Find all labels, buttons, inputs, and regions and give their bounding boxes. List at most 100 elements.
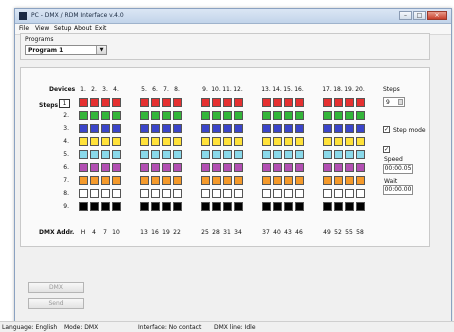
color-cell[interactable] (90, 150, 99, 159)
color-cell[interactable] (295, 137, 304, 146)
color-cell[interactable] (284, 137, 293, 146)
color-cell[interactable] (173, 111, 182, 120)
color-cell[interactable] (162, 176, 171, 185)
color-cell[interactable] (201, 124, 210, 133)
menu-file[interactable]: File (19, 25, 29, 32)
color-cell[interactable] (151, 176, 160, 185)
color-cell[interactable] (323, 111, 332, 120)
color-cell[interactable] (112, 137, 121, 146)
color-cell[interactable] (323, 137, 332, 146)
color-cell[interactable] (162, 189, 171, 198)
color-cell[interactable] (356, 150, 365, 159)
color-cell[interactable] (273, 176, 282, 185)
color-cell[interactable] (273, 98, 282, 107)
color-cell[interactable] (112, 98, 121, 107)
color-cell[interactable] (262, 111, 271, 120)
color-cell[interactable] (295, 150, 304, 159)
color-cell[interactable] (223, 111, 232, 120)
steps-spinner[interactable]: 9 (383, 97, 405, 107)
color-cell[interactable] (356, 111, 365, 120)
color-cell[interactable] (79, 98, 88, 107)
color-cell[interactable] (90, 189, 99, 198)
color-cell[interactable] (323, 150, 332, 159)
color-cell[interactable] (90, 137, 99, 146)
color-cell[interactable] (79, 176, 88, 185)
color-cell[interactable] (101, 124, 110, 133)
color-cell[interactable] (223, 189, 232, 198)
color-cell[interactable] (112, 163, 121, 172)
color-cell[interactable] (356, 189, 365, 198)
color-cell[interactable] (323, 124, 332, 133)
color-cell[interactable] (334, 98, 343, 107)
color-cell[interactable] (101, 150, 110, 159)
color-cell[interactable] (112, 202, 121, 211)
color-cell[interactable] (262, 150, 271, 159)
color-cell[interactable] (234, 137, 243, 146)
color-cell[interactable] (345, 124, 354, 133)
color-cell[interactable] (334, 163, 343, 172)
step-mode-checkbox[interactable]: ✓ (383, 126, 390, 133)
color-cell[interactable] (273, 137, 282, 146)
color-cell[interactable] (356, 176, 365, 185)
color-cell[interactable] (234, 98, 243, 107)
color-cell[interactable] (295, 163, 304, 172)
color-cell[interactable] (112, 189, 121, 198)
color-cell[interactable] (212, 163, 221, 172)
maximize-button[interactable]: □ (413, 11, 426, 20)
color-cell[interactable] (201, 176, 210, 185)
color-cell[interactable] (273, 124, 282, 133)
menu-about[interactable]: About (74, 25, 92, 32)
color-cell[interactable] (140, 111, 149, 120)
color-cell[interactable] (90, 124, 99, 133)
color-cell[interactable] (173, 150, 182, 159)
color-cell[interactable] (173, 163, 182, 172)
color-cell[interactable] (234, 176, 243, 185)
current-step-field[interactable]: 1 (59, 99, 70, 108)
menu-exit[interactable]: Exit (95, 25, 106, 32)
color-cell[interactable] (223, 137, 232, 146)
color-cell[interactable] (79, 137, 88, 146)
color-cell[interactable] (173, 137, 182, 146)
minimize-button[interactable]: – (399, 11, 412, 20)
color-cell[interactable] (345, 111, 354, 120)
color-cell[interactable] (212, 111, 221, 120)
color-cell[interactable] (262, 189, 271, 198)
color-cell[interactable] (295, 176, 304, 185)
color-cell[interactable] (273, 163, 282, 172)
close-button[interactable]: × (427, 11, 447, 20)
color-cell[interactable] (284, 111, 293, 120)
send-button[interactable]: Send (28, 298, 84, 309)
color-cell[interactable] (112, 176, 121, 185)
color-cell[interactable] (345, 202, 354, 211)
color-cell[interactable] (173, 189, 182, 198)
color-cell[interactable] (356, 124, 365, 133)
color-cell[interactable] (140, 98, 149, 107)
color-cell[interactable] (162, 98, 171, 107)
color-cell[interactable] (273, 202, 282, 211)
speed-field[interactable]: 00:00.05 (383, 164, 413, 174)
color-cell[interactable] (151, 98, 160, 107)
color-cell[interactable] (140, 202, 149, 211)
color-cell[interactable] (295, 202, 304, 211)
color-cell[interactable] (223, 176, 232, 185)
color-cell[interactable] (90, 111, 99, 120)
color-cell[interactable] (223, 202, 232, 211)
color-cell[interactable] (345, 98, 354, 107)
color-cell[interactable] (212, 202, 221, 211)
color-cell[interactable] (201, 137, 210, 146)
color-cell[interactable] (234, 124, 243, 133)
title-bar[interactable]: PC - DMX / RDM Interface v.4.0 – □ × (15, 9, 451, 24)
color-cell[interactable] (162, 150, 171, 159)
color-cell[interactable] (201, 163, 210, 172)
color-cell[interactable] (262, 163, 271, 172)
color-cell[interactable] (90, 202, 99, 211)
color-cell[interactable] (284, 98, 293, 107)
color-cell[interactable] (162, 163, 171, 172)
color-cell[interactable] (323, 163, 332, 172)
color-cell[interactable] (262, 124, 271, 133)
color-cell[interactable] (334, 150, 343, 159)
color-cell[interactable] (295, 189, 304, 198)
color-cell[interactable] (334, 137, 343, 146)
color-cell[interactable] (201, 111, 210, 120)
color-cell[interactable] (295, 98, 304, 107)
